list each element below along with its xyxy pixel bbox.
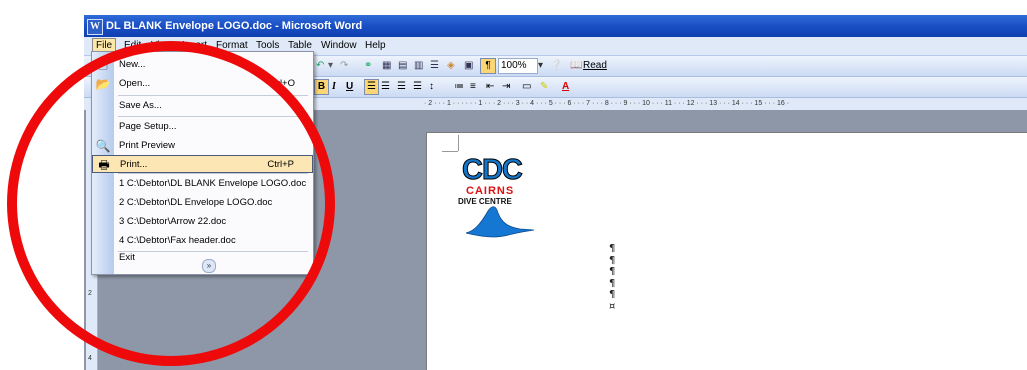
bold-icon[interactable]: B	[314, 79, 329, 95]
zoom-box[interactable]: 100%	[498, 58, 538, 74]
tables-borders-icon[interactable]: ▦	[382, 59, 391, 73]
help-icon[interactable]: ❔	[550, 59, 562, 73]
paragraph-mark: ¶	[609, 266, 616, 277]
show-hide-icon[interactable]: ¶	[480, 58, 496, 74]
cdc-logo[interactable]: CDC CAIRNS DIVE CENTRE	[458, 155, 540, 243]
italic-icon[interactable]: I	[332, 80, 336, 94]
ruler-scale: · 2 · · · 1 · · · · · · 1 · · · 2 · · · …	[424, 100, 790, 107]
read-button[interactable]: Read	[583, 59, 607, 73]
paragraph-mark: ¶	[609, 254, 616, 266]
logo-cdc-text: CDC	[462, 154, 524, 186]
underline-icon[interactable]: U	[346, 80, 353, 94]
word-app-icon[interactable]: W	[87, 19, 103, 35]
line-spacing-icon[interactable]: ↕	[429, 80, 434, 94]
insert-spreadsheet-icon[interactable]: ▥	[414, 59, 423, 73]
menu-help[interactable]: Help	[365, 40, 386, 51]
hyperlink-icon[interactable]: ⚭	[364, 59, 372, 73]
paragraph-mark: ¶	[609, 277, 616, 289]
align-center-icon[interactable]: ☰	[381, 80, 390, 94]
drawing-icon[interactable]: ◈	[447, 59, 455, 73]
menu-tools[interactable]: Tools	[256, 40, 279, 51]
document-map-icon[interactable]: ▣	[464, 59, 473, 73]
logo-cairns-text: CAIRNS	[466, 185, 515, 197]
numbering-icon[interactable]: ≔	[454, 80, 464, 94]
zoom-dropdown-icon[interactable]: ▾	[538, 59, 543, 73]
insert-table-icon[interactable]: ▤	[398, 59, 407, 73]
align-left-icon[interactable]: ☰	[364, 79, 379, 95]
dropdown-arrow-icon[interactable]: ▾	[328, 59, 333, 73]
justify-icon[interactable]: ☰	[413, 80, 422, 94]
paragraph-marks: ¶ ¶ ¶ ¶ ¶ ¤	[609, 243, 615, 312]
vruler-mark: 4	[88, 355, 92, 362]
border-icon[interactable]: ▭	[522, 80, 531, 94]
menu-table[interactable]: Table	[288, 40, 312, 51]
annotation-circle	[7, 41, 335, 366]
decrease-indent-icon[interactable]: ⇤	[486, 80, 494, 94]
read-mode-icon[interactable]: 📖	[570, 59, 582, 73]
margin-mark	[442, 151, 458, 152]
title-bar: W DL BLANK Envelope LOGO.doc - Microsoft…	[84, 15, 1027, 37]
end-of-cell-mark: ¤	[609, 300, 616, 312]
manta-ray-icon	[465, 206, 535, 238]
align-right-icon[interactable]: ☰	[397, 80, 406, 94]
redo-icon[interactable]: ↷	[340, 59, 348, 73]
window-title: DL BLANK Envelope LOGO.doc - Microsoft W…	[106, 20, 363, 32]
columns-icon[interactable]: ☰	[430, 59, 439, 73]
highlight-icon[interactable]: ✎	[540, 80, 548, 94]
menu-window[interactable]: Window	[321, 40, 357, 51]
paragraph-mark: ¶	[609, 243, 616, 254]
font-color-icon[interactable]: A	[562, 80, 569, 94]
increase-indent-icon[interactable]: ⇥	[502, 80, 510, 94]
paragraph-mark: ¶	[609, 289, 616, 300]
undo-icon[interactable]: ↶	[316, 59, 324, 73]
bullets-icon[interactable]: ≡	[470, 80, 476, 94]
document-page[interactable]: CDC CAIRNS DIVE CENTRE ¶ ¶ ¶ ¶ ¶ ¤	[426, 132, 1027, 370]
margin-mark	[458, 135, 459, 151]
